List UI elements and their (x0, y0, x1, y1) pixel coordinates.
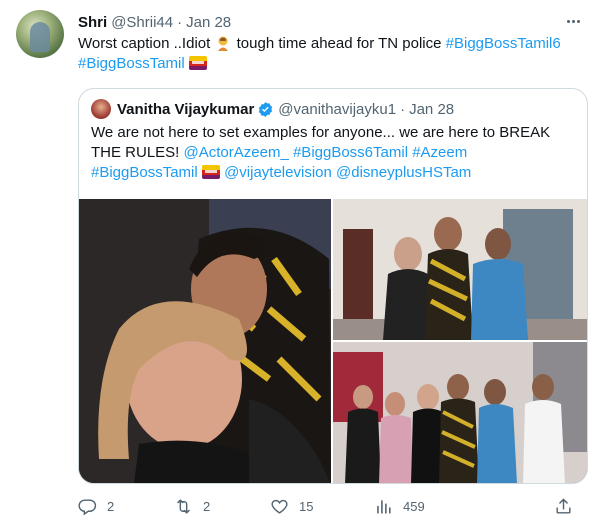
author-handle[interactable]: @Shrii44 (111, 14, 173, 31)
hashtag-link[interactable]: #BiggBoss6Tamil (293, 144, 408, 161)
hashtag-link[interactable]: #BiggBossTamil (91, 164, 198, 181)
hashtag-link[interactable]: #BiggBossTamil6 (446, 35, 561, 52)
bigg-boss-hashflag-icon (188, 56, 207, 70)
separator: · (177, 13, 183, 31)
photo-group-three[interactable] (333, 199, 587, 340)
facepalm-emoji-icon (218, 36, 229, 51)
quoted-avatar[interactable] (91, 99, 111, 119)
quoted-separator: · (400, 100, 406, 118)
photo-group-family[interactable] (333, 342, 587, 483)
quoted-text-line1: We are not here to set examples for anyo… (91, 124, 551, 141)
quoted-author-name[interactable]: Vanitha Vijaykumar (117, 101, 254, 118)
retweet-icon (177, 498, 190, 514)
views-button[interactable]: 459 (374, 494, 425, 518)
bigg-boss-hashflag-icon (201, 165, 220, 179)
verified-badge-icon (259, 101, 273, 117)
tweet-header: Shri @Shrii44 · Jan 28 (78, 12, 231, 32)
retweet-button[interactable]: 2 (174, 494, 210, 518)
photo-selfie-art (79, 199, 331, 483)
reply-icon (78, 498, 97, 515)
views-count: 459 (403, 498, 425, 514)
quoted-date[interactable]: Jan 28 (409, 101, 454, 118)
tweet-date[interactable]: Jan 28 (186, 14, 231, 31)
quoted-tweet[interactable]: Vanitha Vijaykumar @vanithavijayku1 · Ja… (78, 88, 588, 484)
hashtag-link[interactable]: #Azeem (412, 144, 467, 161)
quoted-text-line2: THE RULES! (91, 144, 184, 161)
avatar[interactable] (16, 10, 64, 58)
mention-link[interactable]: @ActorAzeem_ (184, 144, 289, 161)
quoted-author-handle[interactable]: @vanithavijayku1 (278, 101, 396, 118)
photo-selfie[interactable] (79, 199, 331, 483)
photo-group-three-art (333, 199, 587, 340)
mention-link[interactable]: @vijaytelevision (224, 164, 332, 181)
quoted-text: We are not here to set examples for anyo… (91, 123, 577, 183)
tweet-text-end: tough time ahead for TN police (232, 35, 446, 52)
mention-link[interactable]: @disneyplusHSTam (336, 164, 471, 181)
action-bar: 2 2 15 459 (78, 494, 588, 518)
like-button[interactable]: 15 (270, 494, 313, 518)
more-horizontal-icon[interactable] (562, 11, 584, 31)
tweet[interactable]: Shri @Shrii44 · Jan 28 Worst caption ..I… (0, 0, 600, 528)
analytics-icon (377, 499, 391, 514)
tweet-text: Worst caption ..Idiot tough time ahead f… (78, 34, 588, 74)
reply-button[interactable]: 2 (78, 494, 114, 518)
share-icon (556, 498, 571, 514)
tweet-text-start: Worst caption ..Idiot (78, 35, 211, 52)
hashtag-link[interactable]: #BiggBossTamil (78, 55, 185, 72)
share-button[interactable] (554, 494, 573, 518)
author-name[interactable]: Shri (78, 14, 107, 31)
retweet-count: 2 (203, 498, 211, 514)
photo-group-family-art (333, 342, 587, 483)
reply-count: 2 (107, 498, 115, 514)
avatar-figure (30, 22, 50, 52)
quoted-header: Vanitha Vijaykumar @vanithavijayku1 · Ja… (117, 99, 454, 119)
heart-icon (271, 499, 288, 514)
like-count: 15 (299, 498, 314, 514)
media-grid (79, 199, 587, 483)
